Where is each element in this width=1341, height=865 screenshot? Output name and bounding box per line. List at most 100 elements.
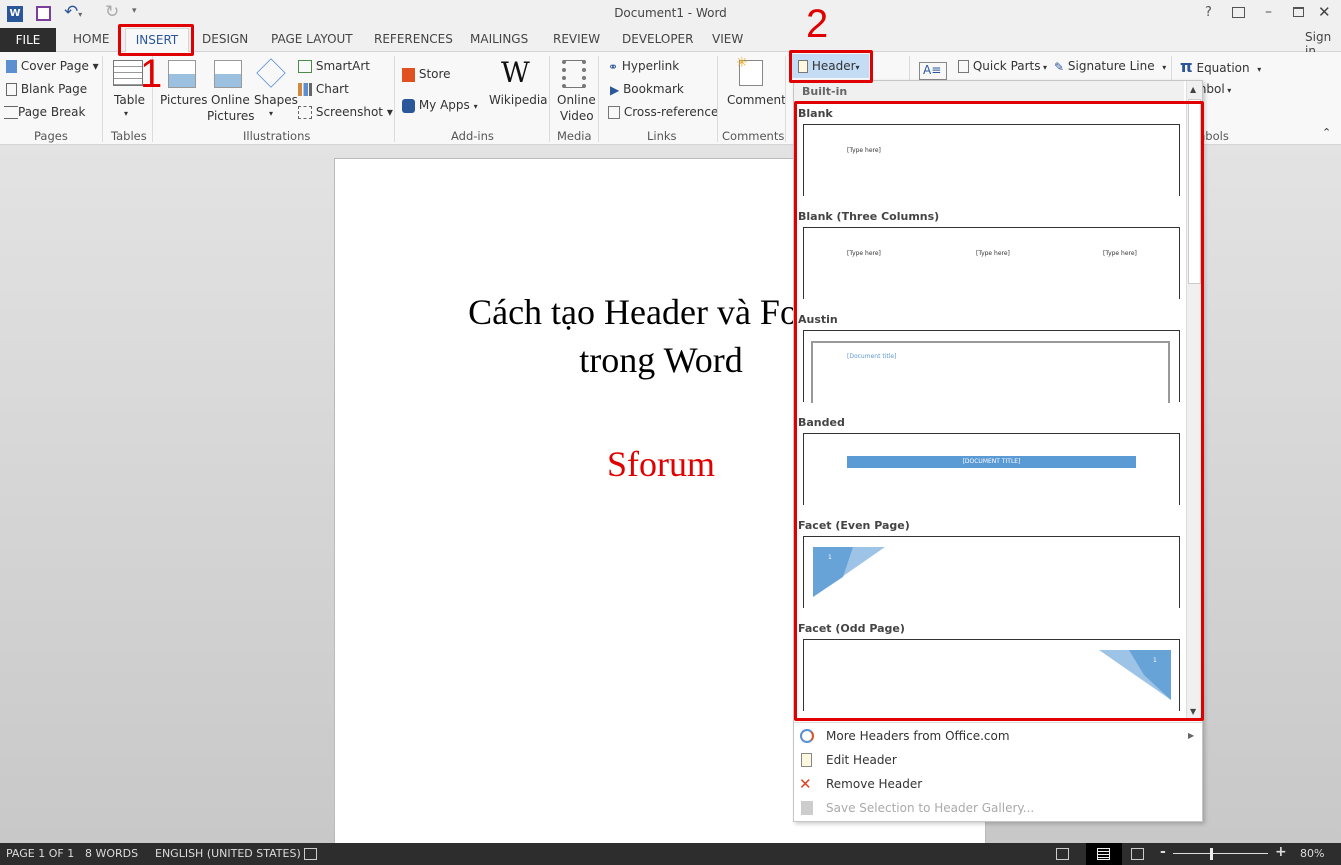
page-break-icon [4,106,18,119]
divider [785,56,786,142]
office-online-icon [800,729,814,743]
scroll-up-icon[interactable]: ▲ [1190,85,1196,94]
remove-header-menu-item[interactable]: ✕ Remove Header [794,772,1202,796]
zoom-level[interactable]: 80% [1300,847,1324,860]
maximize-icon[interactable] [1293,7,1304,17]
tab-references[interactable]: REFERENCES [374,32,453,46]
comment-icon: ✳ [736,55,763,86]
print-layout-icon [1097,848,1110,860]
tab-design[interactable]: DESIGN [202,32,248,46]
online-video-label-1[interactable]: Online [557,93,596,107]
group-addins-label: Add-ins [451,129,494,143]
annotation-step-2: 2 [806,2,829,46]
annotation-box-gallery [794,101,1204,721]
text-box-icon[interactable]: A≡ [919,62,947,80]
page-count[interactable]: PAGE 1 OF 1 [6,847,74,860]
save-gallery-icon [801,801,813,815]
hyperlink-label: Hyperlink [621,59,680,73]
group-links-label: Links [647,129,677,143]
store-button[interactable]: Store [402,67,451,82]
annotation-box-header [789,50,873,83]
help-icon[interactable]: ? [1205,5,1212,20]
page-break-button[interactable]: Page Break [4,105,85,119]
divider [394,56,395,142]
group-tables-label: Tables [111,129,147,143]
bookmark-button[interactable]: ▶ Bookmark [610,82,684,97]
chart-button[interactable]: Chart [298,82,349,96]
built-in-section-label: Built-in [794,81,1184,103]
equation-label: Equation [1196,61,1250,75]
cover-page-button[interactable]: Cover Page ▾ [6,59,99,73]
comment-button[interactable]: Comment [727,93,786,107]
group-illustrations-label: Illustrations [243,129,311,143]
remove-header-icon: ✕ [799,775,812,793]
tab-page-layout[interactable]: PAGE LAYOUT [271,32,353,46]
web-layout-icon[interactable] [1131,848,1144,860]
tab-home[interactable]: HOME [73,32,109,46]
window-title: Document1 - Word [614,6,727,20]
pictures-button[interactable]: Pictures [160,93,208,107]
tab-file[interactable]: FILE [0,28,56,52]
status-bar: PAGE 1 OF 1 8 WORDS ENGLISH (UNITED STAT… [0,843,1341,865]
proofing-icon[interactable] [304,848,317,860]
blank-page-label: Blank Page [20,82,88,96]
online-video-label-2[interactable]: Video [560,109,594,123]
my-apps-button[interactable]: My Apps ▾ [402,98,478,113]
zoom-slider-thumb[interactable] [1210,848,1213,860]
equation-button[interactable]: π Equation ▾ [1180,57,1261,76]
blank-page-button[interactable]: Blank Page [6,82,87,96]
menu-item-label: Edit Header [826,753,897,767]
cross-reference-button[interactable]: Cross-reference [608,105,718,119]
zoom-slider[interactable] [1173,853,1268,854]
more-headers-menu-item[interactable]: More Headers from Office.com ▶ [794,724,1202,748]
tab-developer[interactable]: DEVELOPER [622,32,693,46]
shapes-button[interactable]: Shapes [254,93,298,107]
zoom-out-icon[interactable]: - [1160,844,1166,860]
read-mode-icon[interactable] [1056,848,1069,860]
annotation-step-1: 1 [140,52,163,96]
cross-reference-icon [608,106,620,119]
tab-view[interactable]: VIEW [712,32,743,46]
print-layout-button[interactable] [1086,843,1122,865]
divider [102,56,103,142]
ribbon-display-icon[interactable] [1232,7,1245,18]
online-pictures-icon [214,60,242,88]
smartart-label: SmartArt [315,59,370,73]
group-comments-label: Comments [722,129,785,143]
language[interactable]: ENGLISH (UNITED STATES) [155,847,301,860]
table-dropdown-icon[interactable]: ▾ [124,109,128,118]
blank-page-icon [6,83,17,96]
word-count[interactable]: 8 WORDS [85,847,138,860]
group-pages-label: Pages [34,129,68,143]
tab-review[interactable]: REVIEW [553,32,600,46]
quick-parts-button[interactable]: Quick Parts ▾ [958,59,1047,73]
close-icon[interactable]: ✕ [1318,3,1331,21]
store-label: Store [418,67,451,81]
store-icon [402,67,415,82]
chart-label: Chart [315,82,349,96]
menu-item-label: Remove Header [826,777,923,791]
my-apps-label: My Apps [418,98,470,112]
bookmark-label: Bookmark [623,82,684,96]
table-icon [113,60,143,86]
minimize-icon[interactable]: – [1265,4,1272,20]
shapes-dropdown-icon[interactable]: ▾ [269,109,273,118]
smartart-button[interactable]: SmartArt [298,59,370,73]
cover-page-label: Cover Page [20,59,89,73]
screenshot-button[interactable]: Screenshot ▾ [298,105,393,119]
ribbon-tabs: FILE HOME INSERT DESIGN PAGE LAYOUT REFE… [0,28,1341,58]
edit-header-menu-item[interactable]: Edit Header [794,748,1202,772]
online-pictures-label-1[interactable]: Online [211,93,250,107]
hyperlink-icon: ⚭ [608,59,619,74]
pictures-icon [168,60,196,88]
zoom-in-icon[interactable]: + [1275,844,1287,860]
hyperlink-button[interactable]: ⚭ Hyperlink [608,59,679,74]
collapse-ribbon-icon[interactable]: ⌃ [1322,126,1331,139]
divider [794,722,1202,723]
wikipedia-button[interactable]: Wikipedia [489,93,548,107]
signature-line-button[interactable]: ✎ Signature Line ▾ [1054,59,1166,74]
online-pictures-label-2[interactable]: Pictures [207,109,255,123]
tab-mailings[interactable]: MAILINGS [470,32,528,46]
screenshot-icon [298,106,312,119]
smartart-icon [298,60,312,73]
